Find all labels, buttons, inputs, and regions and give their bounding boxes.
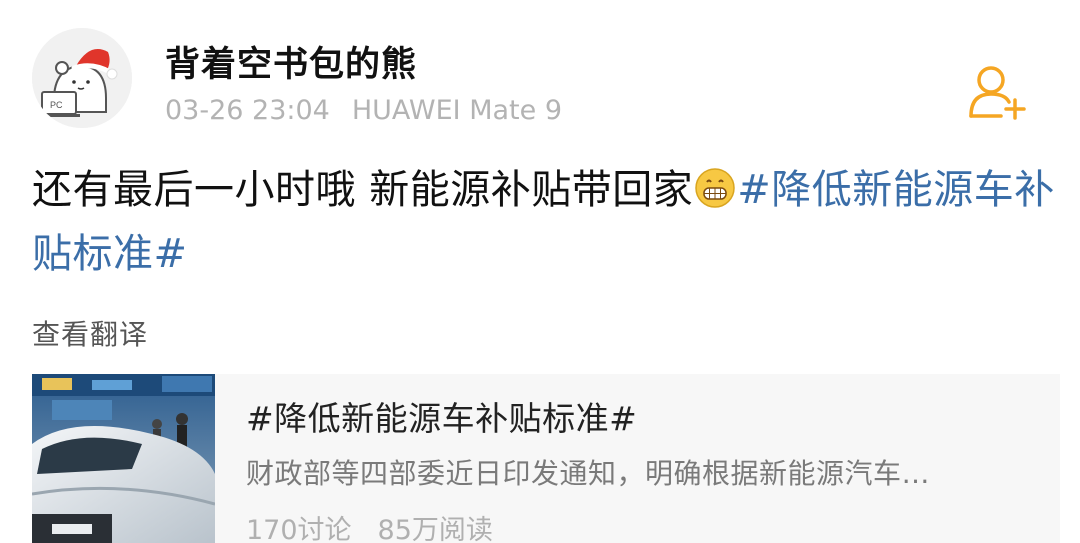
bear-avatar-icon: PC — [32, 28, 132, 128]
car-show-thumbnail — [32, 374, 215, 543]
grinning-emoji-icon — [694, 164, 736, 208]
add-user-icon — [969, 66, 1026, 120]
avatar-laptop-text: PC — [50, 100, 63, 110]
translate-link[interactable]: 查看翻译 — [32, 313, 148, 353]
avatar[interactable]: PC — [32, 28, 132, 128]
post-meta: 03-26 23:04 HUAWEI Mate 9 — [165, 95, 562, 126]
username[interactable]: 背着空书包的熊 — [165, 36, 417, 87]
card-description: 财政部等四部委近日印发通知，明确根据新能源汽车… — [246, 457, 931, 490]
discussion-count: 170讨论 — [246, 515, 352, 543]
read-count: 85万阅读 — [377, 515, 493, 543]
post-device: HUAWEI Mate 9 — [351, 95, 563, 126]
post-text: 还有最后一小时哦 新能源补贴带回家 — [32, 167, 694, 213]
card-stats: 170讨论 85万阅读 — [246, 508, 493, 543]
post-content: 还有最后一小时哦 新能源补贴带回家 #降低新能源车补贴标准# — [32, 158, 1062, 286]
topic-card[interactable]: #降低新能源车补贴标准# 财政部等四部委近日印发通知，明确根据新能源汽车… 17… — [32, 374, 1060, 543]
follow-button[interactable] — [965, 62, 1031, 122]
card-title[interactable]: #降低新能源车补贴标准# — [246, 392, 637, 440]
post-time: 03-26 23:04 — [165, 95, 330, 126]
